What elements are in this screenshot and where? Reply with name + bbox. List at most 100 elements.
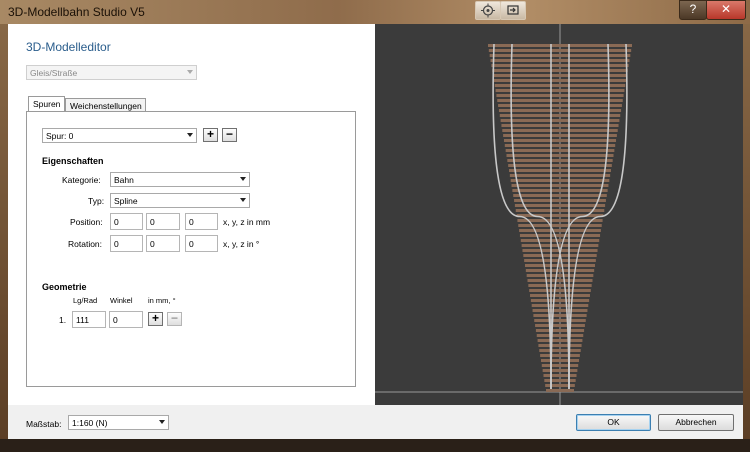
add-track-button[interactable]: +: [203, 128, 218, 142]
sleeper: [509, 169, 611, 172]
sleeper: [519, 229, 601, 232]
sleeper: [536, 334, 584, 337]
editor-title: 3D-Modelleditor: [26, 40, 111, 54]
sleeper: [488, 49, 632, 52]
sleeper: [530, 294, 590, 297]
chevron-down-icon: [187, 70, 193, 74]
sleeper: [498, 109, 622, 112]
geometry-heading: Geometrie: [42, 282, 87, 292]
sleeper: [496, 94, 624, 97]
sleeper: [528, 284, 592, 287]
sleeper: [531, 304, 589, 307]
sleeper: [535, 324, 585, 327]
taskbar-strip: [0, 439, 750, 452]
category-select[interactable]: Bahn: [110, 172, 250, 187]
sleeper: [492, 69, 628, 72]
sleeper: [535, 329, 585, 332]
view-target-icon[interactable]: [475, 1, 501, 20]
cancel-button[interactable]: Abbrechen: [658, 414, 734, 431]
chevron-down-icon: [187, 133, 193, 137]
scale-label: Maßstab:: [26, 419, 62, 429]
sleeper: [544, 379, 576, 382]
object-type-value: Gleis/Straße: [30, 68, 78, 78]
sleeper: [524, 259, 596, 262]
sleeper: [514, 204, 606, 207]
sleeper: [504, 144, 616, 147]
ok-button[interactable]: OK: [576, 414, 651, 431]
rotation-z-input[interactable]: 0: [185, 235, 218, 252]
sleeper: [524, 264, 596, 267]
position-unit: x, y, z in mm: [223, 217, 271, 227]
sleeper: [508, 164, 612, 167]
sleeper: [501, 124, 619, 127]
track-select[interactable]: Spur: 0: [42, 128, 197, 143]
track-select-value: Spur: 0: [46, 131, 74, 141]
rotation-unit: x, y, z in °: [223, 239, 260, 249]
chevron-down-icon: [240, 198, 246, 202]
sleeper: [538, 344, 582, 347]
rotation-y-input[interactable]: 0: [146, 235, 180, 252]
position-y-input[interactable]: 0: [146, 213, 180, 230]
sleeper: [512, 189, 608, 192]
sleeper: [539, 349, 581, 352]
geometry-length-input[interactable]: 111: [72, 311, 106, 328]
type-value: Spline: [114, 196, 138, 206]
sleeper: [520, 239, 600, 242]
help-button[interactable]: ?: [679, 0, 707, 20]
sleeper: [500, 119, 620, 122]
scale-select[interactable]: 1:160 (N): [68, 415, 169, 430]
geometry-col-unit: in mm, °: [148, 296, 176, 305]
sleeper: [513, 194, 607, 197]
sleeper: [543, 374, 577, 377]
remove-geometry-button[interactable]: −: [167, 312, 182, 326]
position-x-input[interactable]: 0: [110, 213, 143, 230]
sleeper: [494, 84, 626, 87]
sleeper: [503, 134, 617, 137]
chevron-down-icon: [240, 177, 246, 181]
sleeper: [518, 224, 602, 227]
sleeper: [516, 214, 604, 217]
rotation-x-input[interactable]: 0: [110, 235, 143, 252]
sleeper: [519, 234, 601, 237]
object-type-select[interactable]: Gleis/Straße: [26, 65, 197, 80]
sleeper: [546, 389, 574, 392]
sleeper: [532, 309, 588, 312]
sleeper: [505, 149, 615, 152]
sleeper: [503, 139, 617, 142]
type-label: Typ:: [88, 196, 105, 206]
title-bar[interactable]: 3D-Modellbahn Studio V5 ? ✕: [0, 0, 750, 24]
sleeper: [499, 114, 621, 117]
geometry-col-length: Lg/Rad: [73, 296, 98, 305]
chevron-down-icon: [159, 420, 165, 424]
sleeper: [533, 314, 587, 317]
sleeper: [537, 339, 583, 342]
switch-track-preview: [375, 24, 743, 405]
geometry-angle-input[interactable]: 0: [109, 311, 143, 328]
rotation-label: Rotation:: [68, 239, 103, 249]
sleeper: [521, 244, 599, 247]
category-value: Bahn: [114, 175, 134, 185]
sleeper: [514, 199, 606, 202]
sleeper: [540, 359, 580, 362]
window-title: 3D-Modellbahn Studio V5: [8, 5, 145, 19]
remove-track-button[interactable]: −: [222, 128, 237, 142]
add-geometry-button[interactable]: +: [148, 312, 163, 326]
properties-heading: Eigenschaften: [42, 156, 104, 166]
sleeper: [541, 364, 579, 367]
type-select[interactable]: Spline: [110, 193, 250, 208]
tab-spuren-label: Spuren: [33, 99, 61, 109]
window-switch-icon[interactable]: [500, 1, 526, 20]
position-z-input[interactable]: 0: [185, 213, 218, 230]
geometry-row-index: 1.: [59, 315, 67, 325]
sleeper: [502, 129, 618, 132]
sleeper: [540, 354, 580, 357]
sleeper: [498, 104, 622, 107]
sleeper: [525, 269, 595, 272]
sleeper: [497, 99, 623, 102]
close-button[interactable]: ✕: [706, 0, 746, 20]
sleeper: [542, 369, 578, 372]
sleeper: [493, 74, 627, 77]
sleeper: [509, 174, 611, 177]
sleeper: [511, 184, 609, 187]
3d-viewport[interactable]: [375, 24, 743, 405]
